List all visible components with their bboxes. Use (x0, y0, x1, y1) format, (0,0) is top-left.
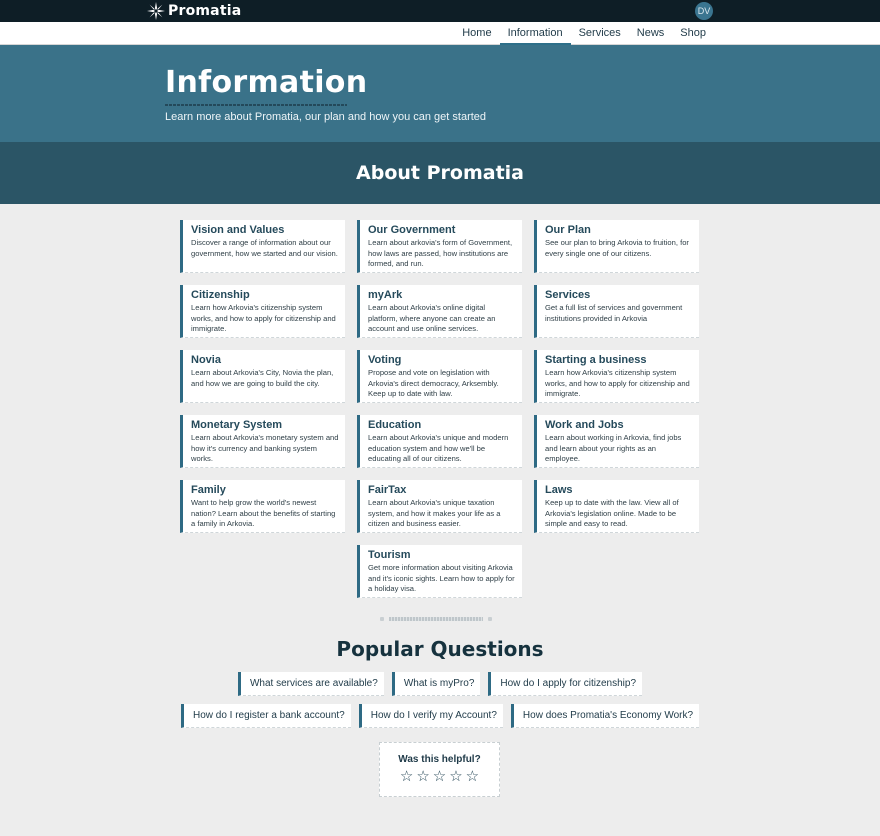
card-description: Learn about Arkovia's online digital pla… (368, 303, 496, 333)
section-divider (380, 616, 492, 621)
star-outline-icon[interactable]: ☆ (400, 769, 413, 784)
nav-shop[interactable]: Shop (672, 22, 714, 45)
info-card-novia[interactable]: Novia Learn about Arkovia's City, Novia … (180, 350, 345, 403)
question-what-services[interactable]: What services are available? (237, 672, 384, 696)
info-card-monetary-system[interactable]: Monetary System Learn about Arkovia's mo… (180, 415, 345, 468)
info-card-citizenship[interactable]: Citizenship Learn how Arkovia's citizens… (180, 285, 345, 338)
nav-news[interactable]: News (629, 22, 673, 45)
question-register-bank-account[interactable]: How do I register a bank account? (180, 704, 351, 728)
info-card-work-and-jobs[interactable]: Work and Jobs Learn about working in Ark… (534, 415, 699, 468)
question-verify-account[interactable]: How do I verify my Account? (358, 704, 503, 728)
question-economy[interactable]: How does Promatia's Economy Work? (510, 704, 700, 728)
nav-services[interactable]: Services (571, 22, 629, 45)
card-title: Our Plan (545, 224, 591, 236)
card-title: Starting a business (545, 354, 647, 366)
main-nav-bar: Home Information Services News Shop (0, 22, 880, 45)
feedback-widget: Was this helpful? ☆ ☆ ☆ ☆ ☆ (379, 742, 500, 797)
card-description: Get more information about visiting Arko… (368, 563, 515, 593)
card-title: Laws (545, 484, 573, 496)
card-title: Monetary System (191, 419, 283, 431)
main-nav: Home Information Services News Shop (454, 22, 714, 45)
card-title: FairTax (368, 484, 407, 496)
info-card-voting[interactable]: Voting Propose and vote on legislation w… (357, 350, 522, 403)
card-description: Get a full list of services and governme… (545, 303, 683, 323)
rating-stars: ☆ ☆ ☆ ☆ ☆ (380, 769, 499, 784)
info-card-our-plan[interactable]: Our Plan See our plan to bring Arkovia t… (534, 220, 699, 273)
card-title: Vision and Values (191, 224, 285, 236)
card-description: Learn about arkovia's form of Government… (368, 238, 513, 268)
card-description: Learn about Arkovia's unique taxation sy… (368, 498, 501, 528)
nav-home[interactable]: Home (454, 22, 499, 45)
card-title: Citizenship (191, 289, 250, 301)
info-card-services[interactable]: Services Get a full list of services and… (534, 285, 699, 338)
question-what-is-mypro[interactable]: What is myPro? (391, 672, 481, 696)
card-title: Family (191, 484, 226, 496)
card-title: Our Government (368, 224, 456, 236)
info-card-family[interactable]: Family Want to help grow the world's new… (180, 480, 345, 533)
popular-questions-title: Popular Questions (336, 637, 544, 661)
card-description: Learn about Arkovia's City, Novia the pl… (191, 368, 334, 388)
star-outline-icon[interactable]: ☆ (416, 769, 429, 784)
info-card-tourism[interactable]: Tourism Get more information about visit… (357, 545, 522, 598)
card-description: Want to help grow the world's newest nat… (191, 498, 336, 528)
divider-dot (380, 616, 384, 621)
hero-banner: Information Learn more about Promatia, o… (0, 45, 880, 142)
title-underline (165, 104, 347, 106)
divider-bar (389, 616, 483, 621)
divider-dot (488, 616, 492, 621)
star-outline-icon[interactable]: ☆ (433, 769, 446, 784)
card-description: Keep up to date with the law. View all o… (545, 498, 679, 528)
info-card-our-government[interactable]: Our Government Learn about arkovia's for… (357, 220, 522, 273)
card-description: Learn how Arkovia's citizenship system w… (545, 368, 690, 398)
card-description: Learn how Arkovia's citizenship system w… (191, 303, 336, 333)
star-outline-icon[interactable]: ☆ (466, 769, 479, 784)
top-bar: Promatia DV (0, 0, 880, 22)
card-description: Learn about Arkovia's unique and modern … (368, 433, 509, 463)
card-title: Novia (191, 354, 221, 366)
card-description: Learn about working in Arkovia, find job… (545, 433, 682, 463)
info-card-starting-a-business[interactable]: Starting a business Learn how Arkovia's … (534, 350, 699, 403)
card-title: Voting (368, 354, 402, 366)
info-card-fairtax[interactable]: FairTax Learn about Arkovia's unique tax… (357, 480, 522, 533)
info-card-vision-and-values[interactable]: Vision and Values Discover a range of in… (180, 220, 345, 273)
card-description: Propose and vote on legislation with Ark… (368, 368, 499, 398)
question-apply-citizenship[interactable]: How do I apply for citizenship? (488, 672, 643, 696)
feedback-label: Was this helpful? (398, 754, 481, 765)
page-subtitle: Learn more about Promatia, our plan and … (165, 111, 487, 123)
nav-information[interactable]: Information (499, 22, 571, 45)
info-card-laws[interactable]: Laws Keep up to date with the law. View … (534, 480, 699, 533)
card-description: Learn about Arkovia's monetary system an… (191, 433, 339, 463)
info-card-grid: Vision and Values Discover a range of in… (180, 220, 700, 598)
star-outline-icon[interactable]: ☆ (449, 769, 462, 784)
card-title: Services (545, 289, 591, 301)
info-card-education[interactable]: Education Learn about Arkovia's unique a… (357, 415, 522, 468)
info-card-myark[interactable]: myArk Learn about Arkovia's online digit… (357, 285, 522, 338)
card-title: myArk (368, 289, 403, 301)
page-title: Information (165, 65, 368, 100)
card-title: Tourism (368, 549, 411, 561)
card-title: Education (368, 419, 422, 431)
brand-logo[interactable]: Promatia (147, 2, 241, 20)
question-row-1: What services are available? What is myP… (0, 672, 880, 696)
brand-name: Promatia (168, 3, 242, 19)
question-row-2: How do I register a bank account? How do… (0, 704, 880, 728)
section-header: About Promatia (0, 142, 880, 204)
card-description: See our plan to bring Arkovia to fruitio… (545, 238, 689, 258)
card-title: Work and Jobs (545, 419, 624, 431)
section-title: About Promatia (356, 162, 524, 184)
user-avatar[interactable]: DV (695, 2, 713, 20)
card-description: Discover a range of information about ou… (191, 238, 338, 258)
star-burst-icon (147, 2, 165, 20)
